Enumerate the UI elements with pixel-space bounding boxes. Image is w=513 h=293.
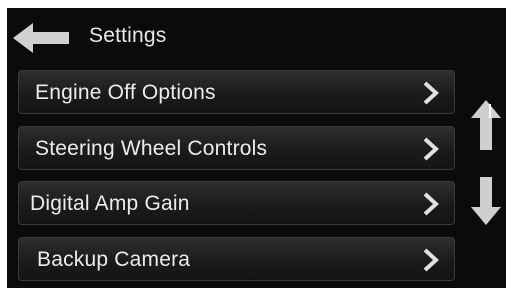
left-arrow-icon [13, 23, 69, 53]
chevron-right-icon [423, 81, 439, 105]
back-button[interactable] [13, 21, 71, 55]
up-arrow-icon [471, 100, 501, 150]
chevron-right-icon [423, 137, 439, 161]
menu-item-label: Digital Amp Gain [30, 192, 190, 215]
header: Settings [7, 8, 506, 64]
menu-item-label: Engine Off Options [35, 81, 216, 104]
down-arrow-icon [471, 177, 501, 225]
menu-item-backup-camera[interactable]: Backup Camera [18, 237, 455, 281]
menu-item-engine-off-options[interactable]: Engine Off Options [18, 70, 455, 114]
scroll-down-button[interactable] [469, 175, 503, 227]
menu-item-label: Backup Camera [37, 248, 191, 271]
page-title: Settings [89, 24, 167, 47]
chevron-right-icon [423, 192, 439, 216]
chevron-right-icon [423, 248, 439, 272]
menu-item-steering-wheel-controls[interactable]: Steering Wheel Controls [18, 126, 455, 170]
scroll-up-button[interactable] [469, 100, 503, 152]
menu-item-label: Steering Wheel Controls [35, 137, 268, 160]
settings-screen: Settings Engine Off Options Steering Whe… [7, 8, 506, 288]
menu-item-digital-amp-gain[interactable]: Digital Amp Gain [18, 181, 455, 225]
